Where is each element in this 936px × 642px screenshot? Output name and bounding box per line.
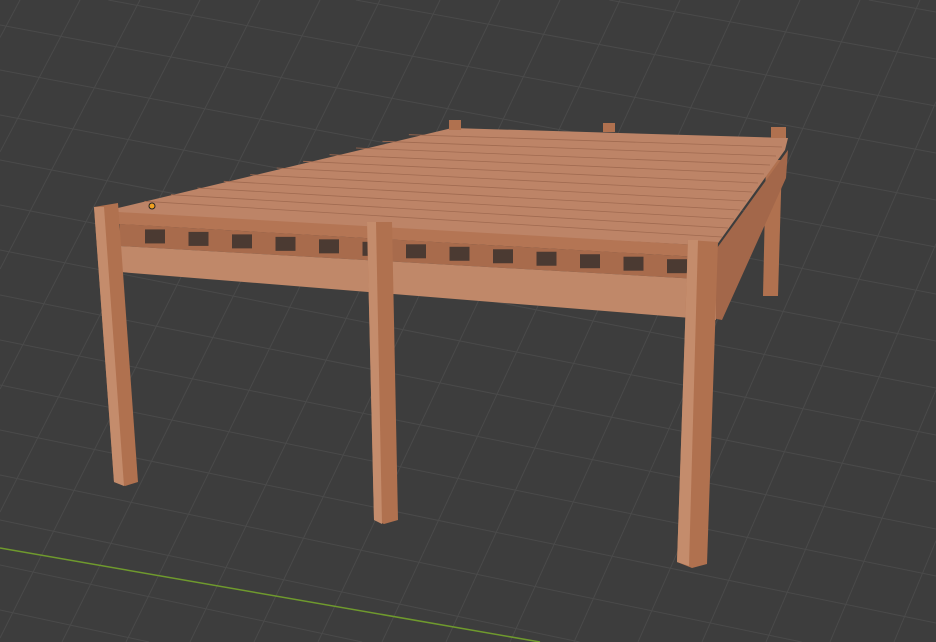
grid-line — [609, 0, 936, 60]
grid-line — [0, 0, 201, 390]
grid-line — [0, 519, 580, 642]
grid-line — [765, 243, 936, 642]
grid-line — [0, 609, 150, 642]
joist-gap — [536, 251, 557, 266]
grid-line — [0, 384, 936, 577]
grid-line — [253, 0, 561, 642]
grid-line — [829, 389, 936, 642]
grid-line — [893, 540, 936, 642]
joist-gap — [232, 234, 252, 249]
grid-line — [317, 0, 621, 642]
joist-gap — [406, 244, 426, 259]
grid-line — [0, 564, 363, 642]
post-back-corner-top — [771, 127, 786, 138]
floor-grid — [0, 0, 936, 642]
origin-marker-icon — [148, 202, 156, 210]
joist-gap — [145, 229, 165, 244]
joist-gap — [493, 249, 513, 264]
joist-gap — [275, 236, 296, 251]
grid-line — [0, 339, 936, 530]
joist-gap — [623, 256, 644, 271]
joist-gap — [319, 239, 339, 254]
joist-gap — [580, 254, 600, 269]
joist-gap — [188, 231, 209, 246]
grid-line — [108, 0, 936, 154]
3d-viewport[interactable] — [0, 0, 936, 642]
grid-line — [0, 0, 321, 639]
grid-line — [189, 0, 501, 642]
joist-gap — [449, 246, 470, 261]
grid-line — [0, 0, 21, 38]
grid-line — [0, 0, 81, 153]
grid-line — [509, 0, 801, 642]
wooden-platform-model[interactable] — [94, 120, 788, 568]
joist-gap — [667, 259, 687, 274]
grid-line — [868, 0, 936, 13]
viewport-canvas[interactable] — [0, 0, 936, 642]
grid-line — [355, 0, 936, 107]
grid-line — [381, 0, 681, 642]
post-back-left-top — [449, 120, 461, 130]
post-back-mid-top — [603, 123, 615, 132]
grid-line — [573, 0, 861, 642]
